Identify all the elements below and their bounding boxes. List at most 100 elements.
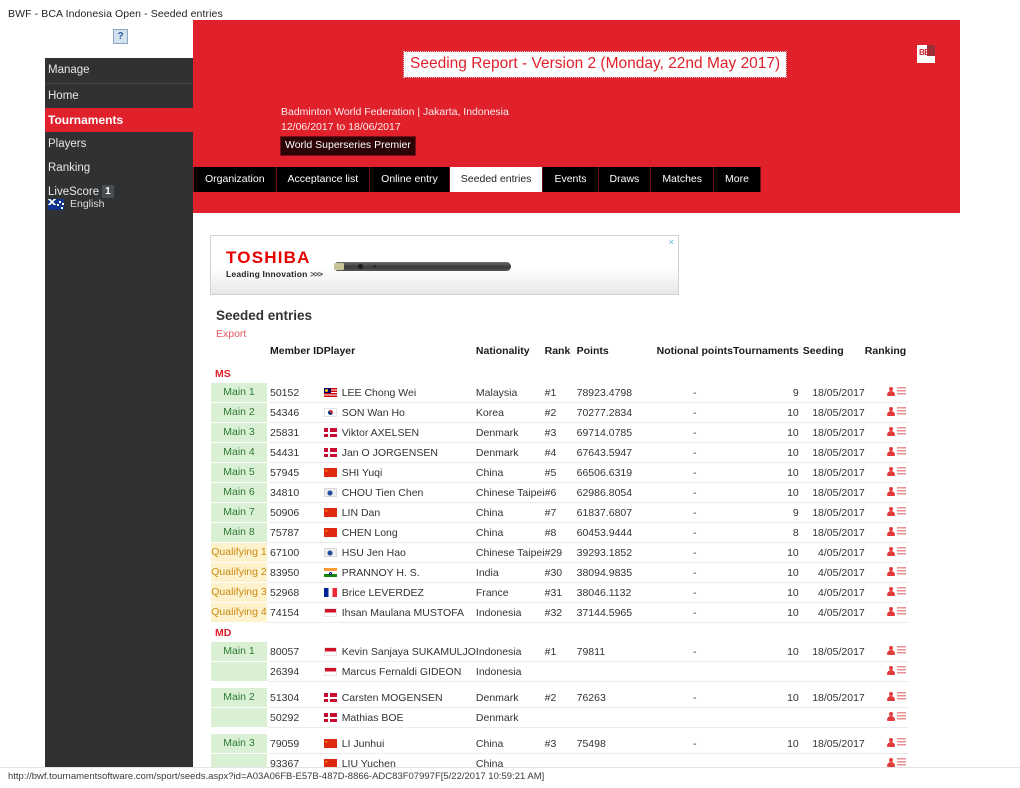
row-actions[interactable]	[886, 466, 907, 476]
ranking-list-icon[interactable]	[897, 566, 907, 576]
table-row[interactable]: Main 5 57945 SHI Yuqi China #5 66506.6319-10 1…	[211, 462, 909, 483]
tab-seeded-entries[interactable]: Seeded entries	[449, 167, 544, 192]
tab-acceptance-list[interactable]: Acceptance list	[276, 167, 371, 192]
ranking-list-icon[interactable]	[897, 526, 907, 536]
player-profile-icon[interactable]	[886, 757, 895, 767]
row-actions[interactable]	[886, 566, 907, 576]
ranking-list-icon[interactable]	[897, 546, 907, 556]
player-profile-icon[interactable]	[886, 665, 895, 675]
player-profile-icon[interactable]	[886, 526, 895, 536]
ranking-list-icon[interactable]	[897, 586, 907, 596]
row-actions[interactable]	[886, 645, 907, 655]
table-row[interactable]: Main 7 50906 LIN Dan China #7 61837.6807-9 18/…	[211, 502, 909, 523]
player-profile-icon[interactable]	[886, 546, 895, 556]
sidebar-item-ranking[interactable]: Ranking	[45, 156, 193, 180]
player-profile-icon[interactable]	[886, 506, 895, 516]
row-actions[interactable]	[886, 526, 907, 536]
sidebar-item-players[interactable]: Players	[45, 132, 193, 156]
table-row[interactable]: Qualifying 3 52968 Brice LEVERDEZ France #31…	[211, 582, 909, 603]
tab-online-entry[interactable]: Online entry	[370, 167, 450, 192]
table-row[interactable]: Main 4 54431 Jan O JORGENSEN Denmark #4 67643…	[211, 442, 909, 463]
table-row[interactable]: Main 8 75787 CHEN Long China #8 60453.9444-8 1…	[211, 522, 909, 543]
table-row[interactable]: Main 1 50152 LEE Chong Wei Malaysia #1 78923.…	[211, 383, 909, 403]
player-profile-icon[interactable]	[886, 486, 895, 496]
ranking-list-icon[interactable]	[897, 486, 907, 496]
player-profile-icon[interactable]	[886, 406, 895, 416]
row-actions[interactable]	[886, 386, 907, 396]
row-actions[interactable]	[886, 546, 907, 556]
row-actions[interactable]	[886, 406, 907, 416]
row-actions[interactable]	[886, 606, 907, 616]
table-row[interactable]: Main 1 80057 Kevin Sanjaya SUKAMULJO Indone…	[211, 642, 909, 662]
row-actions[interactable]	[886, 506, 907, 516]
player-profile-icon[interactable]	[886, 711, 895, 721]
table-row[interactable]: Qualifying 4 74154 Ihsan Maulana MUSTOFA In…	[211, 602, 909, 623]
ranking-list-icon[interactable]	[897, 645, 907, 655]
cell-seed: Main 3	[211, 734, 267, 754]
table-row[interactable]: Qualifying 1 67100 HSU Jen Hao Chinese Taip…	[211, 542, 909, 563]
player-profile-icon[interactable]	[886, 606, 895, 616]
table-row[interactable]: Main 6 34810 CHOU Tien Chen Chinese Taipei #…	[211, 482, 909, 503]
row-actions[interactable]	[886, 711, 907, 721]
cell-member-id: 54431	[267, 442, 324, 463]
row-actions[interactable]	[886, 586, 907, 596]
cell-ranking-actions	[864, 383, 909, 403]
cell-tournaments: 10	[733, 688, 803, 708]
player-profile-icon[interactable]	[886, 645, 895, 655]
player-profile-icon[interactable]	[886, 586, 895, 596]
sidebar-item-tournaments[interactable]: Tournaments	[45, 108, 193, 132]
ranking-list-icon[interactable]	[897, 711, 907, 721]
row-actions[interactable]	[886, 426, 907, 436]
player-profile-icon[interactable]	[886, 446, 895, 456]
cell-rank: #32	[544, 602, 577, 623]
ranking-list-icon[interactable]	[897, 606, 907, 616]
row-actions[interactable]	[886, 757, 907, 767]
player-profile-icon[interactable]	[886, 566, 895, 576]
export-link[interactable]: Export	[216, 328, 246, 340]
table-row[interactable]: Main 2 54346 SON Wan Ho Korea #2 70277.2834-1…	[211, 402, 909, 423]
row-actions[interactable]	[886, 446, 907, 456]
ranking-list-icon[interactable]	[897, 506, 907, 516]
cell-member-id: 52968	[267, 582, 324, 603]
tab-more[interactable]: More	[714, 167, 761, 192]
row-actions[interactable]	[886, 486, 907, 496]
ranking-list-icon[interactable]	[897, 406, 907, 416]
sidebar-item-home[interactable]: Home	[45, 84, 193, 108]
row-actions[interactable]	[886, 665, 907, 675]
ranking-list-icon[interactable]	[897, 446, 907, 456]
table-row[interactable]: Qualifying 2 83950 PRANNOY H. S. India #30 38…	[211, 562, 909, 583]
player-profile-icon[interactable]	[886, 426, 895, 436]
table-row[interactable]: 50292 Mathias BOE Denmark	[211, 707, 909, 728]
player-profile-icon[interactable]	[886, 386, 895, 396]
advertisement-banner[interactable]: TOSHIBA Leading Innovation >>> ×	[210, 235, 679, 295]
ranking-list-icon[interactable]	[897, 386, 907, 396]
player-profile-icon[interactable]	[886, 466, 895, 476]
language-selector[interactable]: English	[48, 198, 104, 210]
cell-notional-points: -	[656, 582, 734, 603]
row-actions[interactable]	[886, 691, 907, 701]
cell-tournaments: 10	[733, 642, 803, 662]
tab-matches[interactable]: Matches	[651, 167, 714, 192]
cell-ranking-actions	[864, 661, 909, 682]
close-icon[interactable]: ×	[669, 238, 674, 247]
ranking-list-icon[interactable]	[897, 665, 907, 675]
ranking-list-icon[interactable]	[897, 757, 907, 767]
sidebar-item-manage[interactable]: Manage	[45, 58, 193, 83]
toshiba-logo: TOSHIBA Leading Innovation >>>	[226, 248, 323, 279]
ranking-list-icon[interactable]	[897, 466, 907, 476]
ranking-list-icon[interactable]	[897, 737, 907, 747]
table-row[interactable]: 26394 Marcus Fernaldi GIDEON Indonesia	[211, 661, 909, 682]
table-row[interactable]: Main 2 51304 Carsten MOGENSEN Denmark #2 7626…	[211, 688, 909, 708]
table-row[interactable]: Main 3 25831 Viktor AXELSEN Denmark #3 69714.…	[211, 422, 909, 443]
tab-draws[interactable]: Draws	[598, 167, 652, 192]
table-body: MS Main 1 50152 LEE Chong Wei Malaysia #1 7892…	[211, 364, 909, 788]
seed-badge: Main 1	[211, 383, 267, 403]
ranking-list-icon[interactable]	[897, 691, 907, 701]
row-actions[interactable]	[886, 737, 907, 747]
tab-organization[interactable]: Organization	[193, 167, 277, 192]
player-profile-icon[interactable]	[886, 737, 895, 747]
player-profile-icon[interactable]	[886, 691, 895, 701]
table-row[interactable]: Main 3 79059 LI Junhui China #3 75498-10 18/05…	[211, 734, 909, 754]
ranking-list-icon[interactable]	[897, 426, 907, 436]
tab-events[interactable]: Events	[543, 167, 599, 192]
